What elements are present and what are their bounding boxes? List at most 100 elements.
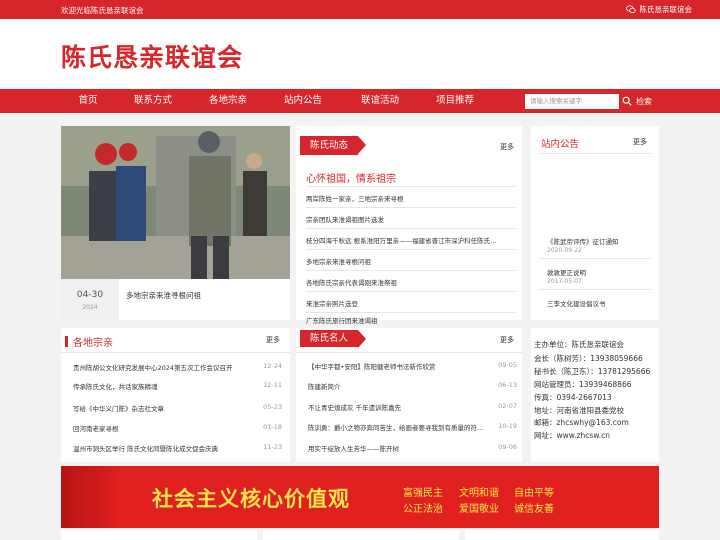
list-item-title: 贵州陈胡公文化研究发展中心2024第五次工作会议召开 [73,364,233,372]
dongtai-panel: 陈氏动态 更多 心怀祖国，情系祖宗 两岸陈姓一家亲，三地宗亲来寻根 宗亲团队来淮… [296,126,522,325]
list-item-date: 10-19 [498,422,517,430]
celebrities-more-link[interactable]: 更多 [500,335,514,345]
list-item[interactable]: 【中华字都•安阳】陈阳健老师书法新作欣赏 09-05 [308,361,517,371]
bottom-card [465,530,659,540]
bottom-card [263,530,459,540]
list-item-title: 不让青史熄成灰 千年遗训陈嘉先 [308,404,402,412]
title-marker [65,336,68,347]
list-item[interactable]: 陈训勇：爵小之物亦奔同苦生，给画者要寻我到有质量的符… 10-19 [308,422,517,434]
contact-address: 地址：河南省淮阳县委党校 [534,406,624,415]
list-item[interactable]: 枝分四海千秋远 根系淮阳万里亲——福建省晋江市深沪科任陈氏… [306,235,516,245]
banner-value: 自由平等 [514,488,554,499]
list-item-title: 用实干绽放人生芳华——陈开树 [308,445,399,453]
wechat-link[interactable]: 陈氏恳亲联谊会 [625,4,693,15]
list-item[interactable]: 来淮宗亲照片选登 [306,298,516,308]
wechat-icon [625,5,636,14]
notice-item[interactable]: 《陈武帝评传》征订通知 [547,236,655,246]
contact-president: 会长（陈树芳）：13938059666 [534,354,643,363]
list-item[interactable]: 贵州陈胡公文化研究发展中心2024第五次工作会议召开 12-24 [73,362,282,372]
notice-date: 2020-09-22 [547,247,582,254]
list-item[interactable]: 传承陈氏文化，共话家族精魂 12-11 [73,381,282,391]
notices-title: 站内公告 [541,139,580,150]
list-item[interactable]: 回河南老家寻根 01-18 [73,423,282,433]
list-item-date: 05-23 [263,403,282,411]
contact-website[interactable]: 网址：www.zhcsw.cn [534,430,610,441]
feature-photo[interactable] [61,126,290,279]
list-item[interactable]: 不让青史熄成灰 千年遗训陈嘉先 02-07 [308,402,517,412]
search-button[interactable]: 检索 [622,93,652,109]
list-item[interactable]: 广东陈氏旅行团来淮谒祖 [306,315,516,325]
feature-title[interactable]: 多地宗亲来淮寻根问祖 [126,290,201,301]
notice-item[interactable]: 敦敦更正说明 [547,267,655,277]
feature-date-year: 2024 [82,304,98,311]
nav-item-clans[interactable]: 各地宗亲 [192,89,264,113]
divider [306,207,516,208]
nav-item-contact[interactable]: 联系方式 [117,89,189,113]
list-item[interactable]: 多地宗亲来淮寻根问祖 [306,256,516,266]
list-item-title: 【中华字都•安阳】陈阳健老师书法新作欣赏 [308,363,436,371]
feature-date-md: 04-30 [76,290,104,300]
list-item[interactable]: 各地陈氏宗亲代表谒刚来淮祭祖 [306,277,516,287]
banner-value: 公正法治 [403,504,443,515]
search-button-label: 检索 [636,96,652,106]
nav-item-notices[interactable]: 站内公告 [267,89,339,113]
divider [539,258,651,259]
divider [539,153,651,154]
banner-value: 富强民主 [403,488,443,499]
list-item[interactable]: 写给《中华义门陈》杂志社文章 05-23 [73,403,282,413]
site-logo-title[interactable]: 陈氏恳亲联谊会 [61,38,243,74]
list-item-date: 09-06 [498,443,517,451]
contact-email[interactable]: 邮箱：zhcswhy@163.com [534,417,629,428]
search-input[interactable]: 请输入搜索关键字 [525,94,619,109]
divider [306,291,516,292]
nav-item-projects[interactable]: 项目推荐 [419,89,491,113]
list-item-date: 09-05 [498,361,517,369]
feature-caption[interactable]: 04-30 2024 多地宗亲来淮寻根问祖 [61,279,290,320]
banner-slogan: 社会主义核心价值观 [152,487,350,511]
nav-item-home[interactable]: 首页 [52,89,124,113]
search-icon [622,96,632,106]
list-item-title: 温州市洞头区举行 陈氏文化同暨陈化成文促会庆典 [73,445,219,453]
dongtai-more-link[interactable]: 更多 [500,142,514,152]
list-item-title: 写给《中华义门陈》杂志社文章 [73,405,164,413]
clans-more-link[interactable]: 更多 [266,335,280,345]
divider [296,352,522,353]
list-item-date: 11-23 [263,443,282,451]
list-item[interactable]: 用实干绽放人生芳华——陈开树 09-06 [308,443,517,453]
dongtai-headline[interactable]: 心怀祖国，情系祖宗 [306,170,396,185]
banner-decoration [61,466,121,528]
list-item[interactable]: 两岸陈姓一家亲，三地宗亲来寻根 [306,193,516,203]
list-item-date: 01-18 [263,423,282,431]
celebrities-panel: 陈氏名人 更多 【中华字都•安阳】陈阳健老师书法新作欣赏 09-05 陈建新简介 0… [296,328,522,462]
divider [539,289,651,290]
site-header: 陈氏恳亲联谊会 [0,19,720,89]
list-item[interactable]: 温州市洞头区举行 陈氏文化同暨陈化成文促会庆典 11-23 [73,443,282,453]
nav-item-events[interactable]: 联谊活动 [344,89,416,113]
clans-title: 各地宗亲 [73,338,113,349]
notices-more-link[interactable]: 更多 [633,137,647,147]
contact-fax: 传真：0394-2667013 [534,393,612,402]
main-nav: 首页 联系方式 各地宗亲 站内公告 联谊活动 项目推荐 请输入搜索关键字 检索 [0,89,720,113]
divider [306,312,516,313]
contact-organizer: 主办单位：陈氏恳亲联谊会 [534,340,624,349]
notice-date: 2017-05-07 [547,278,582,285]
clans-panel: 各地宗亲 更多 贵州陈胡公文化研究发展中心2024第五次工作会议召开 12-24 … [61,328,290,462]
list-item-date: 02-07 [498,402,517,410]
list-item-date: 12-11 [263,381,282,389]
notice-item[interactable]: 三李文化建设倡议书 [547,298,655,308]
list-item[interactable]: 宗亲团队来淮谒祖图片选发 [306,214,516,224]
divider [61,352,290,353]
banner-value: 诚信友善 [514,504,554,515]
contact-admin: 网站管理员：13939468866 [534,380,632,389]
wechat-label: 陈氏恳亲联谊会 [639,5,693,14]
list-item[interactable]: 陈建新简介 06-13 [308,381,517,391]
celebrities-title: 陈氏名人 [300,330,367,348]
welcome-text: 欢迎光临陈氏恳亲联谊会 [61,6,144,15]
divider [306,186,516,187]
feature-date: 04-30 2024 [61,279,119,320]
divider [306,249,516,250]
list-item-title: 回河南老家寻根 [73,425,119,433]
banner-value: 爱国敬业 [459,504,499,515]
bottom-card [61,530,257,540]
top-bar: 欢迎光临陈氏恳亲联谊会 陈氏恳亲联谊会 [0,0,720,19]
